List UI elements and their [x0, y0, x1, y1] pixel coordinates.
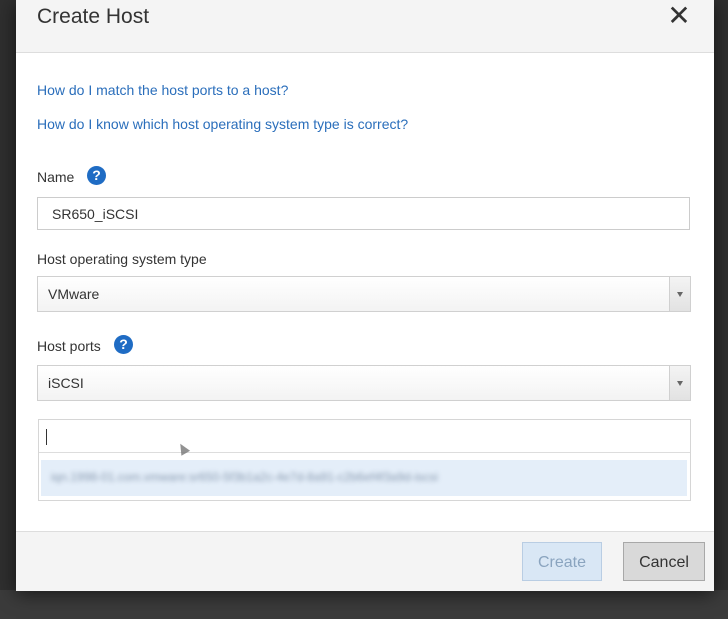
os-type-select[interactable]: VMware: [37, 276, 691, 312]
create-host-dialog: Create Host ✕ How do I match the host po…: [16, 0, 714, 591]
host-port-type-selected-value: iSCSI: [48, 375, 84, 391]
name-label: Name: [37, 169, 75, 185]
chevron-down-icon[interactable]: [669, 366, 690, 400]
host-ports-label: Host ports: [37, 338, 101, 354]
question-circle-icon[interactable]: ?: [114, 335, 133, 354]
host-port-suggestion-text: iqn.1998-01.com.vmware:sr650-5f3b1a2c-4e…: [51, 470, 438, 484]
cancel-button[interactable]: Cancel: [623, 542, 705, 581]
dialog-header: Create Host ✕: [16, 0, 714, 53]
dialog-title: Create Host: [37, 5, 150, 28]
text-caret: [46, 429, 47, 445]
host-port-input[interactable]: [39, 420, 690, 453]
name-input[interactable]: [37, 197, 690, 230]
help-link-match-ports[interactable]: How do I match the host ports to a host?: [37, 82, 288, 98]
host-port-suggestion[interactable]: iqn.1998-01.com.vmware:sr650-5f3b1a2c-4e…: [41, 460, 687, 496]
chevron-down-icon[interactable]: [669, 277, 690, 311]
os-type-label: Host operating system type: [37, 251, 207, 267]
help-link-os-type[interactable]: How do I know which host operating syste…: [37, 116, 408, 132]
background-right: [714, 0, 728, 619]
close-icon[interactable]: ✕: [666, 2, 692, 30]
background-left: [0, 0, 16, 619]
os-type-selected-value: VMware: [48, 286, 100, 302]
dialog-footer: Create Cancel: [16, 531, 714, 591]
background-bottom: [0, 590, 728, 619]
host-port-type-select[interactable]: iSCSI: [37, 365, 691, 401]
create-button[interactable]: Create: [522, 542, 602, 581]
host-port-entry: iqn.1998-01.com.vmware:sr650-5f3b1a2c-4e…: [38, 419, 691, 501]
question-circle-icon[interactable]: ?: [87, 166, 106, 185]
